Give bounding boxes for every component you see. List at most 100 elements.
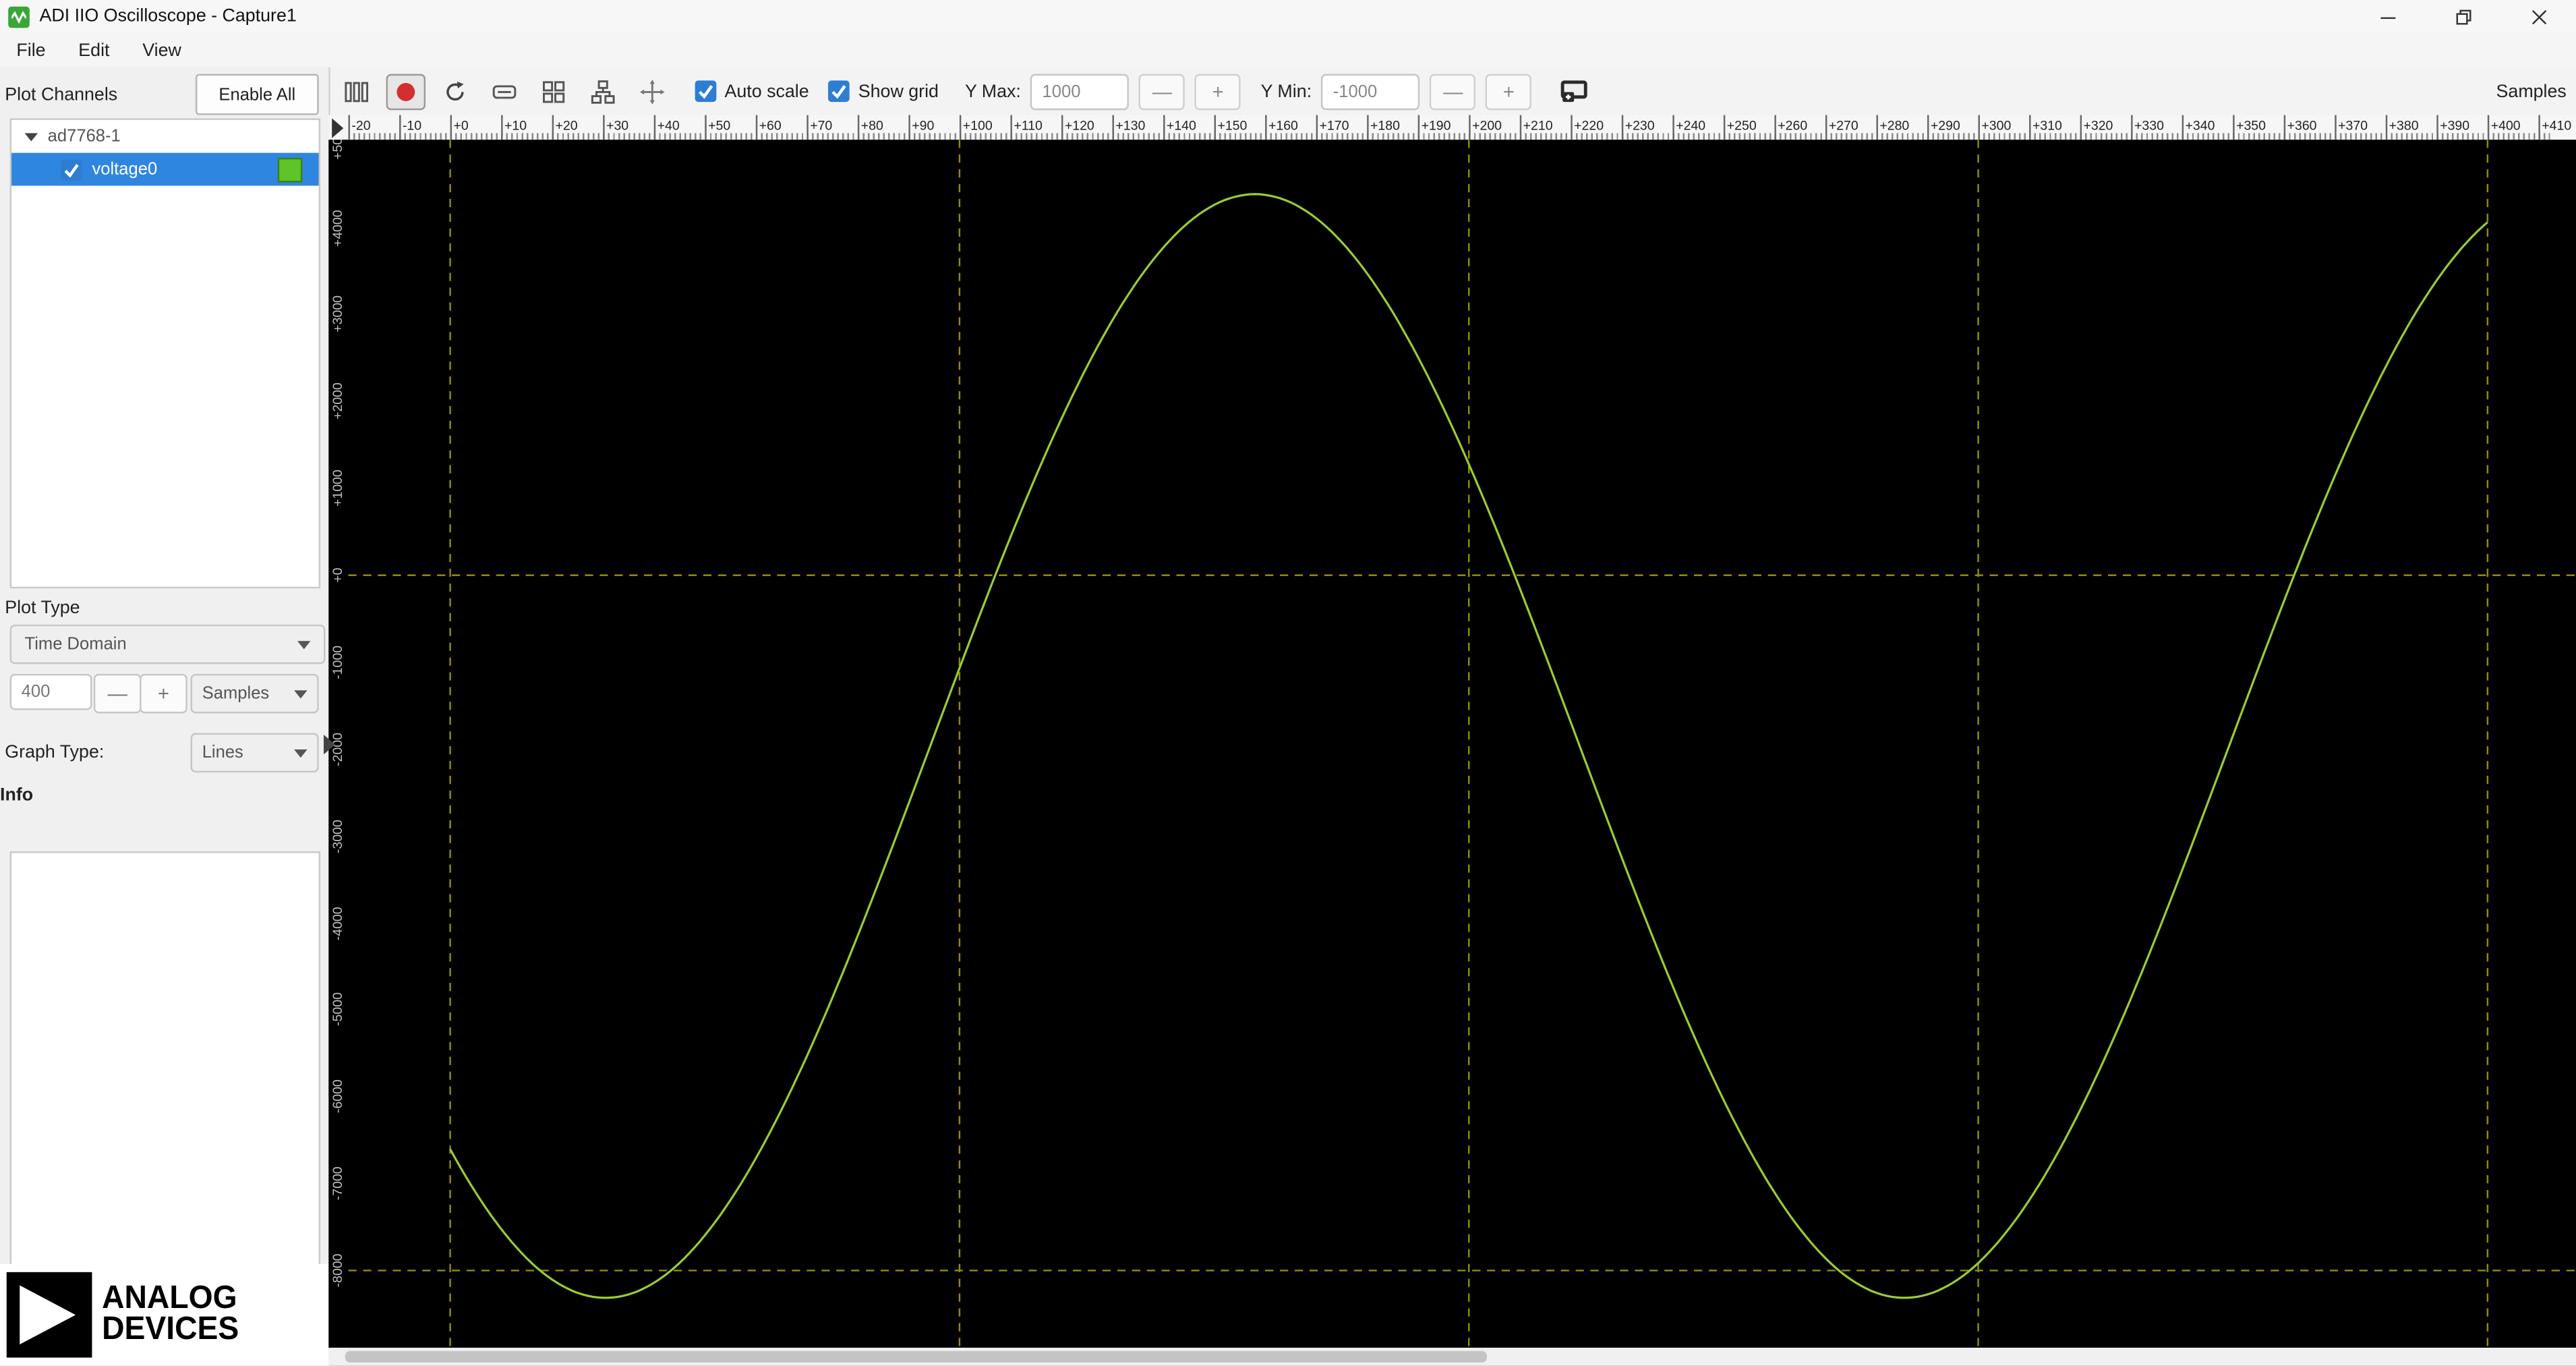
menu-file[interactable]: File <box>0 33 62 67</box>
x-tick: +200 <box>1469 115 1502 140</box>
x-tick-label: +90 <box>912 118 935 134</box>
channel-tree-panel: ad7768-1 voltage0 <box>9 118 321 589</box>
x-tick-label: +280 <box>1879 118 1910 134</box>
x-tick: +290 <box>1927 115 1960 140</box>
channel-row[interactable]: voltage0 <box>11 152 319 186</box>
x-tick: +120 <box>1061 115 1094 140</box>
x-tick: +280 <box>1876 115 1909 140</box>
x-tick-label: +380 <box>2389 118 2419 134</box>
show-grid-control[interactable]: Show grid <box>828 80 939 103</box>
auto-scale-control[interactable]: Auto scale <box>695 80 809 103</box>
analog-devices-logo-icon <box>6 1272 92 1358</box>
y-max-increment[interactable]: + <box>1195 73 1241 110</box>
x-tick-label: +270 <box>1828 118 1858 134</box>
app-icon <box>8 5 30 28</box>
x-tick-label: +170 <box>1319 118 1349 134</box>
x-tick: +20 <box>552 115 578 140</box>
panes-icon[interactable] <box>336 73 376 109</box>
chevron-down-icon <box>297 640 311 649</box>
plot-type-dropdown[interactable]: Time Domain <box>9 624 326 664</box>
menu-view[interactable]: View <box>126 33 198 67</box>
y-min-decrement[interactable]: — <box>1430 73 1476 110</box>
x-tick-label: +110 <box>1014 118 1043 134</box>
plot-area[interactable]: +5000 +4000 +3000 +2000 +1000 +0 -1000 -2000 -30… <box>328 140 2576 1348</box>
channel-color-swatch[interactable] <box>277 156 303 182</box>
x-tick-label: +160 <box>1268 118 1298 134</box>
x-tick-label: -10 <box>402 118 422 134</box>
x-tick-label: +320 <box>2083 118 2113 134</box>
x-tick: +140 <box>1163 115 1196 140</box>
x-tick-label: +60 <box>759 118 782 134</box>
x-tick-label: +210 <box>1523 118 1553 134</box>
x-tick-label: +40 <box>657 118 680 134</box>
x-tick-label: +140 <box>1166 118 1196 134</box>
close-button[interactable] <box>2500 0 2576 33</box>
x-tick-label: +390 <box>2440 118 2470 134</box>
x-tick: +70 <box>807 115 832 140</box>
y-min-increment[interactable]: + <box>1486 73 1532 110</box>
chevron-down-icon <box>294 748 308 758</box>
x-tick: +80 <box>857 115 883 140</box>
title-bar: ADI IIO Oscilloscope - Capture1 <box>0 0 2576 35</box>
sample-count-input[interactable]: 400 <box>9 673 92 710</box>
refresh-icon[interactable] <box>436 73 475 109</box>
y-max-input[interactable] <box>1030 73 1130 110</box>
x-tick: +270 <box>1825 115 1858 140</box>
new-plot-icon[interactable] <box>1555 73 1594 109</box>
x-tick-label: +150 <box>1217 118 1248 134</box>
y-max-decrement[interactable]: — <box>1139 73 1185 110</box>
x-tick: +380 <box>2385 115 2419 140</box>
horizontal-scrollbar[interactable] <box>328 1347 2576 1366</box>
move-icon[interactable] <box>633 73 672 109</box>
sample-count-increment[interactable]: + <box>140 673 187 714</box>
info-label: Info <box>0 785 34 805</box>
x-tick-label: +20 <box>555 118 578 134</box>
x-tick-label: +190 <box>1421 118 1451 134</box>
horizontal-scrollbar-thumb[interactable] <box>345 1350 1488 1363</box>
y-tick-label: -5000 <box>330 992 345 1027</box>
markers-panel <box>9 851 321 1268</box>
x-tick: +410 <box>2538 115 2571 140</box>
x-tick: -10 <box>399 115 421 140</box>
graph-type-dropdown[interactable]: Lines <box>190 733 319 773</box>
x-tick-label: +250 <box>1726 118 1757 134</box>
screenshot-icon[interactable] <box>485 73 524 109</box>
y-tick-label: +1000 <box>330 469 345 507</box>
x-tick: +250 <box>1723 115 1757 140</box>
capture-record-button[interactable] <box>386 73 426 110</box>
x-tick-label: +30 <box>606 118 629 134</box>
x-tick-label: +70 <box>810 118 833 134</box>
grid-view-icon[interactable] <box>534 73 573 109</box>
y-tick-label: -1000 <box>330 645 345 679</box>
auto-scale-checkbox[interactable] <box>695 80 717 103</box>
chevron-down-icon <box>294 689 308 698</box>
x-tick: +210 <box>1519 115 1553 140</box>
expander-icon[interactable] <box>24 132 38 141</box>
show-grid-checkbox[interactable] <box>828 80 850 103</box>
y-max-label: Y Max: <box>964 81 1021 101</box>
hierarchy-icon[interactable] <box>583 73 622 109</box>
channel-checkbox[interactable] <box>61 159 82 180</box>
sample-unit-dropdown[interactable]: Samples <box>190 673 319 714</box>
x-tick: +320 <box>2080 115 2113 140</box>
x-tick: +130 <box>1112 115 1145 140</box>
sample-count-decrement[interactable]: — <box>93 673 142 714</box>
minimize-button[interactable] <box>2349 0 2425 33</box>
x-tick-label: +400 <box>2490 118 2521 134</box>
x-tick-label: +410 <box>2542 118 2572 134</box>
channel-name: voltage0 <box>92 159 158 179</box>
y-min-input[interactable] <box>1321 73 1420 110</box>
device-row[interactable]: ad7768-1 <box>11 120 319 153</box>
y-tick-label: -3000 <box>330 819 345 853</box>
menu-edit[interactable]: Edit <box>62 33 126 67</box>
app-window: ADI IIO Oscilloscope - Capture1 File Edi… <box>0 0 2576 1366</box>
x-ruler[interactable]: -20 -10 +0 +10 +20 +30 +40 +50 +60 +70 +80 +90 +100 +… <box>328 115 2576 140</box>
x-tick-label: +200 <box>1472 118 1502 134</box>
y-min-label: Y Min: <box>1260 81 1312 101</box>
enable-all-button[interactable]: Enable All <box>195 74 319 115</box>
x-tick: +350 <box>2233 115 2266 140</box>
y-tick-label: +4000 <box>330 209 345 246</box>
x-tick-label: +220 <box>1574 118 1604 134</box>
x-tick: +90 <box>908 115 934 140</box>
restore-button[interactable] <box>2425 0 2500 33</box>
